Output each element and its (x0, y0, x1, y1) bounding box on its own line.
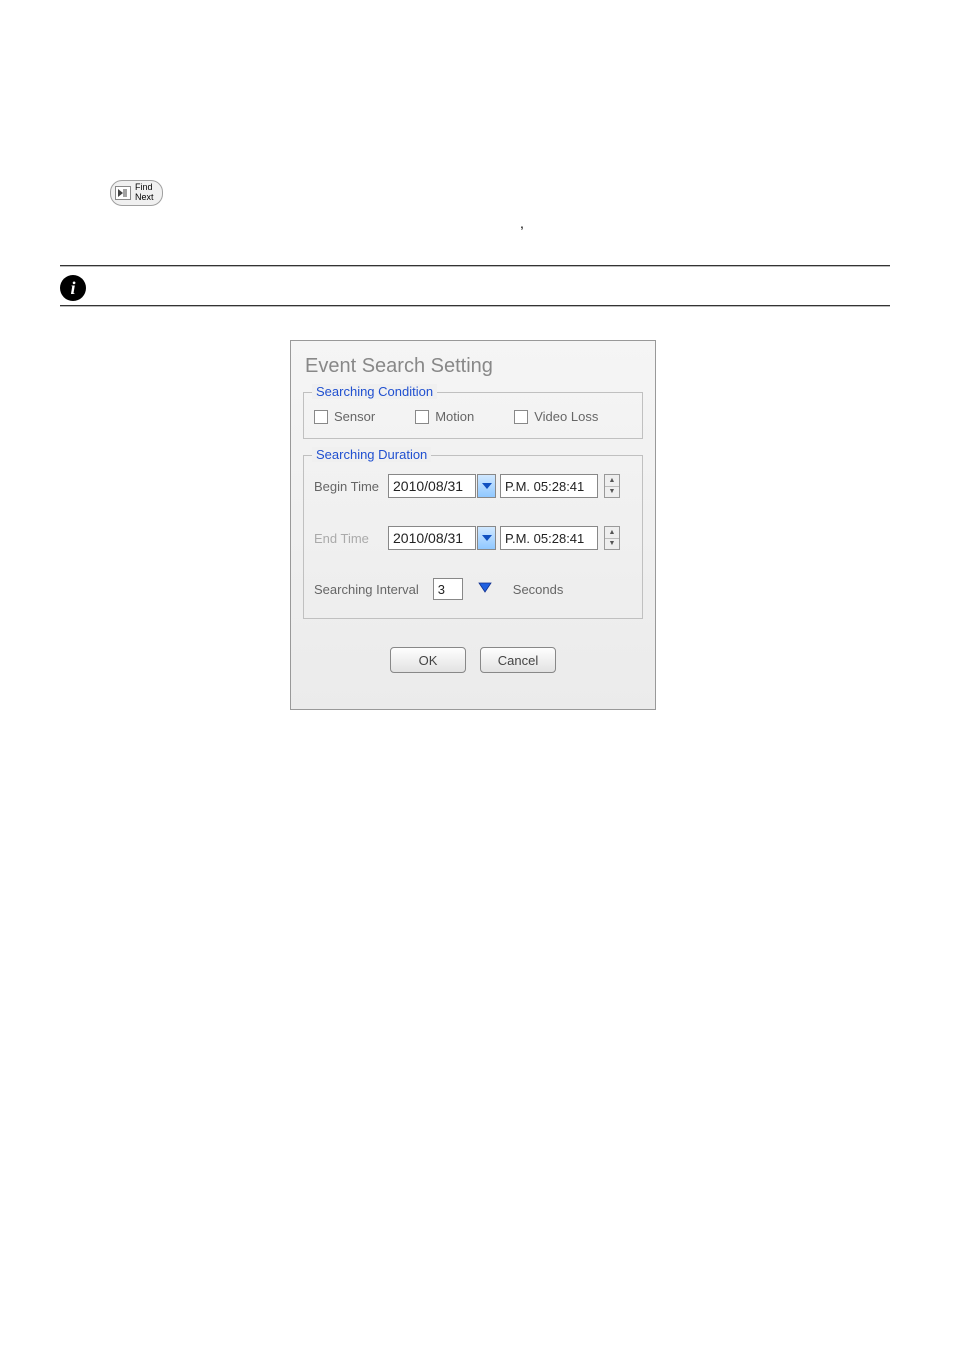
end-time-input[interactable]: P.M. 05:28:41 (500, 526, 598, 550)
checkbox-box-icon (514, 410, 528, 424)
divider-top (60, 265, 890, 267)
end-time-label: End Time (314, 531, 388, 546)
duration-legend: Searching Duration (312, 447, 431, 462)
condition-legend: Searching Condition (312, 384, 437, 399)
checkbox-box-icon (415, 410, 429, 424)
sensor-label: Sensor (334, 409, 375, 424)
begin-time-spinner[interactable]: ▲ ▼ (604, 474, 620, 498)
info-icon: i (60, 275, 86, 301)
ok-button[interactable]: OK (390, 647, 466, 673)
spinner-up-icon[interactable]: ▲ (605, 527, 619, 539)
duration-fieldset: Searching Duration Begin Time 2010/08/31… (303, 455, 643, 619)
begin-date-dropdown[interactable] (477, 474, 496, 498)
begin-time-label: Begin Time (314, 479, 388, 494)
interval-input[interactable]: 3 (433, 578, 463, 600)
sensor-checkbox[interactable]: Sensor (314, 409, 375, 424)
begin-time-input[interactable]: P.M. 05:28:41 (500, 474, 598, 498)
interval-row: Searching Interval 3 Seconds (314, 578, 632, 600)
dropdown-arrow-icon (478, 582, 492, 596)
dialog-buttons: OK Cancel (303, 647, 643, 673)
end-time-row: End Time 2010/08/31 P.M. 05:28:41 ▲ ▼ (314, 526, 632, 550)
interval-label: Searching Interval (314, 582, 419, 597)
spinner-up-icon[interactable]: ▲ (605, 475, 619, 487)
find-next-label: FindNext (135, 183, 154, 203)
find-next-button[interactable]: FindNext (110, 180, 163, 206)
motion-label: Motion (435, 409, 474, 424)
end-date-input[interactable]: 2010/08/31 (388, 526, 476, 550)
event-search-dialog: Event Search Setting Searching Condition… (290, 340, 656, 710)
spinner-down-icon[interactable]: ▼ (605, 487, 619, 498)
play-forward-icon (115, 186, 131, 200)
chevron-down-icon (482, 483, 492, 489)
end-date-dropdown[interactable] (477, 526, 496, 550)
begin-time-row: Begin Time 2010/08/31 P.M. 05:28:41 ▲ ▼ (314, 474, 632, 498)
interval-dropdown[interactable] (475, 578, 495, 600)
video-loss-checkbox[interactable]: Video Loss (514, 409, 598, 424)
dialog-title: Event Search Setting (303, 355, 643, 378)
divider-bottom (60, 305, 890, 307)
condition-fieldset: Searching Condition Sensor Motion Video … (303, 392, 643, 439)
video-loss-label: Video Loss (534, 409, 598, 424)
chevron-down-icon (482, 535, 492, 541)
comma-text: , (520, 215, 524, 231)
spinner-down-icon[interactable]: ▼ (605, 539, 619, 550)
begin-date-input[interactable]: 2010/08/31 (388, 474, 476, 498)
end-time-spinner[interactable]: ▲ ▼ (604, 526, 620, 550)
condition-row: Sensor Motion Video Loss (314, 407, 632, 424)
motion-checkbox[interactable]: Motion (415, 409, 474, 424)
checkbox-box-icon (314, 410, 328, 424)
interval-unit: Seconds (513, 582, 564, 597)
cancel-button[interactable]: Cancel (480, 647, 556, 673)
